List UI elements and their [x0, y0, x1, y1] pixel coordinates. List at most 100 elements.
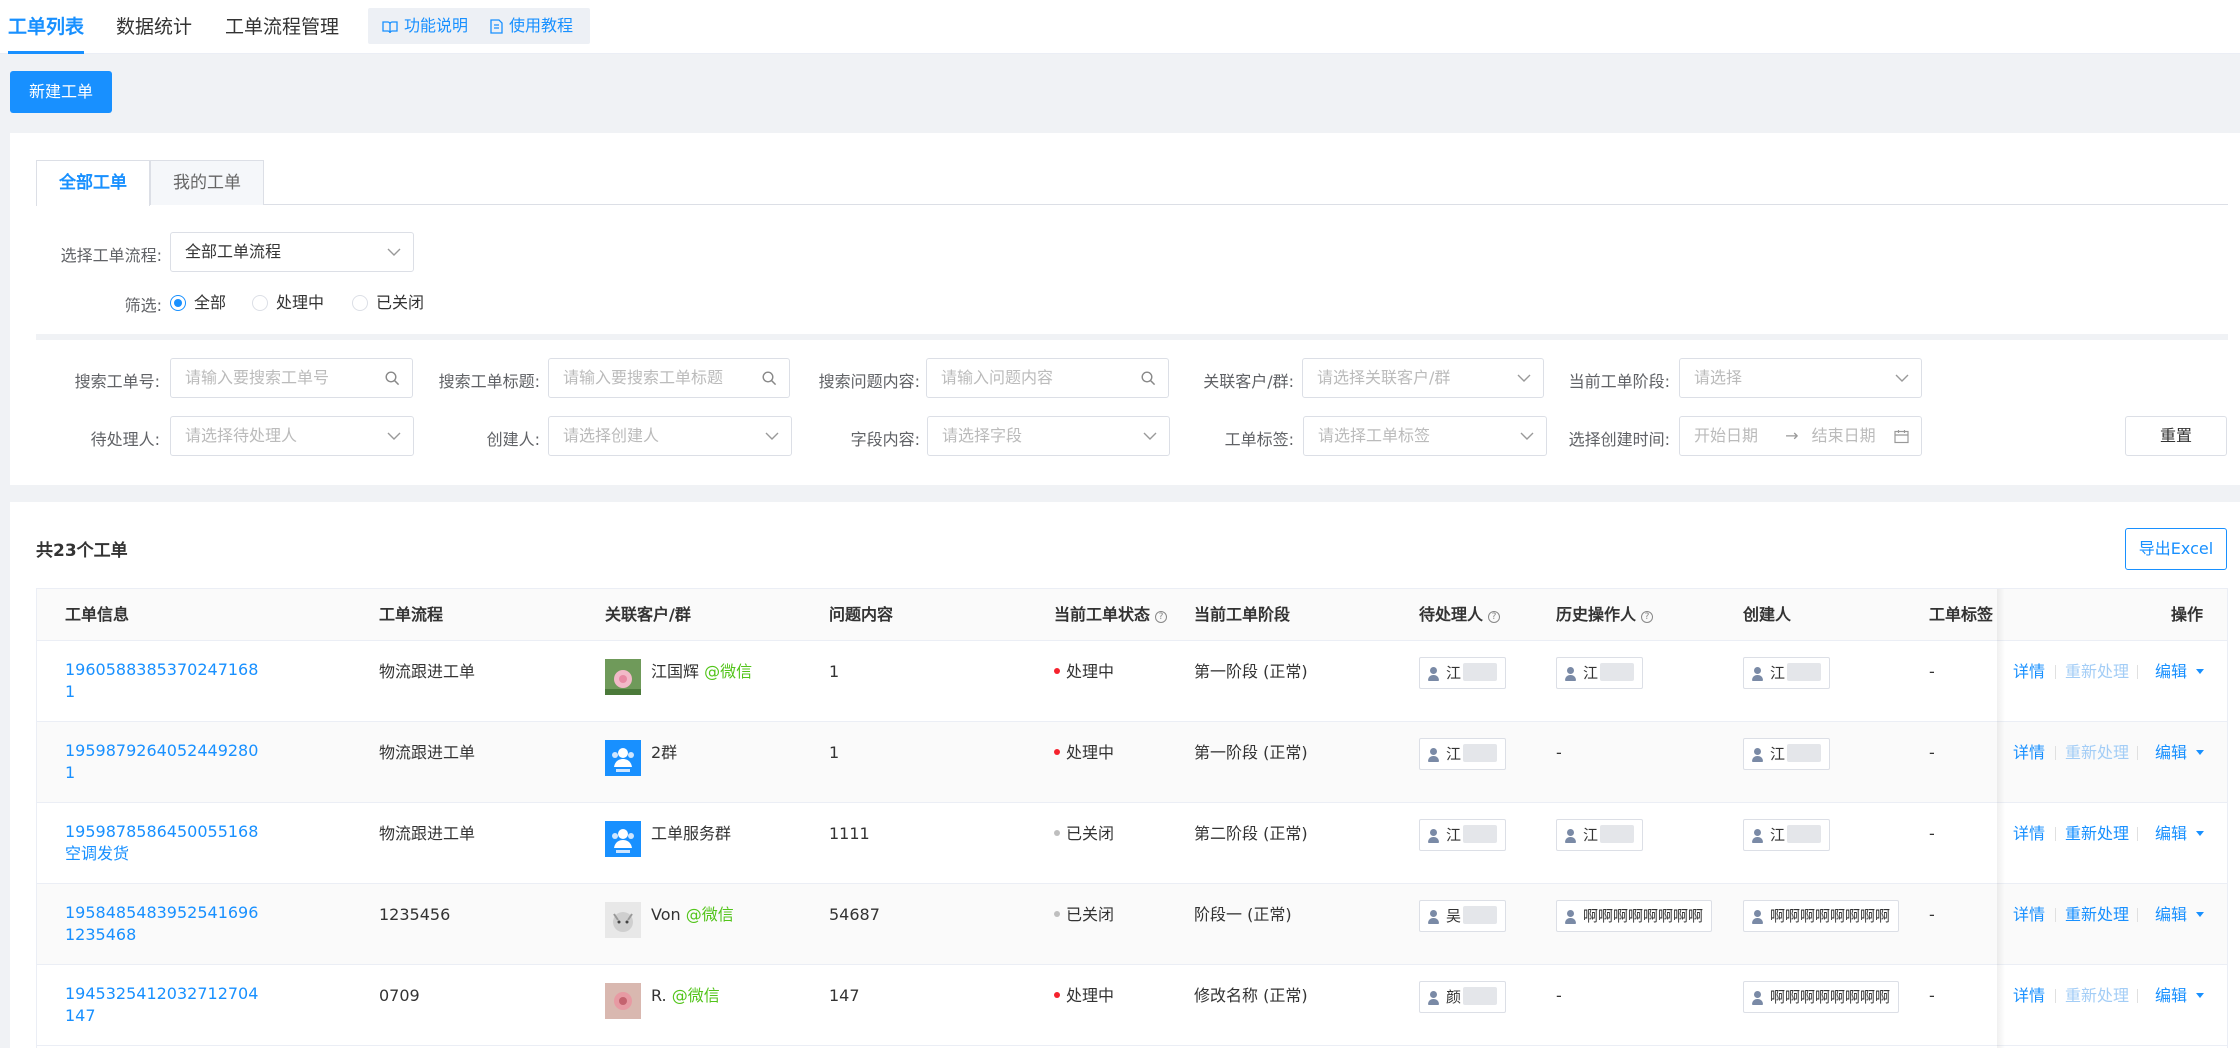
status-cell: 已关闭: [1054, 904, 1114, 926]
creator-select[interactable]: 请选择创建人: [548, 416, 792, 456]
help-icon[interactable]: ?: [1155, 611, 1168, 623]
radio-all-label: 全部: [194, 293, 227, 312]
detail-link[interactable]: 详情: [2013, 904, 2045, 926]
edit-dropdown[interactable]: 编辑: [2155, 823, 2205, 845]
export-excel-button[interactable]: 导出Excel: [2125, 528, 2227, 570]
customer-select[interactable]: 请选择关联客户/群: [1302, 358, 1544, 398]
radio-closed[interactable]: 已关闭: [352, 292, 424, 314]
creator-chip: 江: [1743, 819, 1831, 851]
field-placeholder: 请选择字段: [942, 426, 1023, 445]
detail-link[interactable]: 详情: [2013, 742, 2045, 764]
table-row: 1958485483952541696 1235468 1235456 Von @微信…: [37, 884, 2227, 965]
ticket-number-link[interactable]: 1960588385370247168 1: [65, 659, 258, 703]
reprocess-link[interactable]: 重新处理: [2065, 985, 2129, 1007]
ticket-number: 1958485483952541696: [65, 903, 259, 922]
radio-all[interactable]: 全部: [170, 292, 226, 314]
redacted-name: [1463, 906, 1498, 924]
customer-avatar: [605, 983, 641, 1019]
search-title-placeholder: 请输入要搜索工单标题: [563, 368, 724, 387]
customer-name: R.: [651, 986, 667, 1005]
feature-doc-link[interactable]: 功能说明: [382, 8, 468, 44]
col-assignee-label: 待处理人: [1419, 605, 1484, 624]
customer-cell: 江国辉 @微信: [651, 661, 752, 683]
field-select[interactable]: 请选择字段: [927, 416, 1170, 456]
edit-dropdown[interactable]: 编辑: [2155, 742, 2205, 764]
col-ticket-info: 工单信息: [65, 605, 130, 624]
reprocess-link[interactable]: 重新处理: [2065, 904, 2129, 926]
creator-chip: 啊啊啊啊啊啊啊啊: [1743, 981, 1900, 1013]
edit-dropdown[interactable]: 编辑: [2155, 985, 2205, 1007]
tutorial-link[interactable]: 使用教程: [490, 8, 573, 44]
action-divider: [2137, 908, 2138, 922]
help-icon[interactable]: ?: [1641, 611, 1654, 623]
content-cell: 1: [829, 743, 840, 762]
wechat-tag: @微信: [704, 662, 753, 681]
search-no-input[interactable]: 请输入要搜索工单号: [170, 358, 413, 398]
assignee-name: 吴: [1446, 907, 1462, 925]
search-content-label: 搜索问题内容:: [818, 372, 920, 391]
assignee-name: 颜: [1446, 988, 1462, 1006]
assignee-select[interactable]: 请选择待处理人: [170, 416, 414, 456]
col-content: 问题内容: [829, 605, 894, 624]
history-name: 江: [1583, 664, 1599, 682]
ticket-number-link[interactable]: 1945325412032712704 147: [65, 983, 258, 1027]
ticket-table: 工单信息 工单流程 关联客户/群 问题内容 当前工单状态? 当前工单阶段 待处理…: [36, 588, 2228, 1048]
assignee-placeholder: 请选择待处理人: [185, 426, 298, 445]
stage-select[interactable]: 请选择: [1679, 358, 1922, 398]
field-label: 字段内容:: [850, 430, 920, 449]
date-end-placeholder: 结束日期: [1811, 426, 1876, 445]
chevron-down-icon: [387, 248, 401, 256]
caret-down-icon: [2196, 669, 2205, 674]
tab-flow-management[interactable]: 工单流程管理: [225, 0, 339, 54]
tab-my-tickets[interactable]: 我的工单: [150, 160, 264, 205]
creator-name: 江: [1770, 745, 1786, 763]
reprocess-link[interactable]: 重新处理: [2065, 823, 2129, 845]
reset-button[interactable]: 重置: [2125, 416, 2227, 456]
customer-placeholder: 请选择关联客户/群: [1317, 368, 1451, 387]
reprocess-link[interactable]: 重新处理: [2065, 742, 2129, 764]
customer-avatar: [605, 902, 641, 938]
new-ticket-button[interactable]: 新建工单: [10, 71, 112, 113]
tab-statistics[interactable]: 数据统计: [116, 0, 192, 54]
col-history: 历史操作人?: [1556, 589, 1654, 641]
flow-select-label: 选择工单流程:: [60, 246, 162, 265]
chevron-down-icon: [387, 432, 401, 440]
creator-name: 江: [1770, 826, 1786, 844]
ticket-title: 147: [65, 1006, 96, 1025]
search-content-input[interactable]: 请输入问题内容: [926, 358, 1169, 398]
edit-dropdown[interactable]: 编辑: [2155, 661, 2205, 683]
ticket-number-link[interactable]: 1958485483952541696 1235468: [65, 902, 258, 946]
ticket-number-link[interactable]: 1959879264052449280 1: [65, 740, 258, 784]
ticket-number-link[interactable]: 1959878586450055168 空调发货: [65, 821, 258, 865]
redacted-name: [1600, 663, 1635, 681]
edit-dropdown[interactable]: 编辑: [2155, 904, 2205, 926]
help-icon[interactable]: ?: [1488, 611, 1501, 623]
flow-select-value: 全部工单流程: [185, 242, 282, 261]
radio-processing[interactable]: 处理中: [252, 292, 324, 314]
date-range-picker[interactable]: 开始日期 → 结束日期: [1679, 416, 1922, 456]
redacted-name: [1787, 663, 1822, 681]
detail-link[interactable]: 详情: [2013, 823, 2045, 845]
status-dot: [1054, 749, 1060, 755]
flow-select[interactable]: 全部工单流程: [170, 232, 414, 272]
tab-ticket-list[interactable]: 工单列表: [8, 0, 85, 54]
tab-all-tickets[interactable]: 全部工单: [36, 160, 150, 206]
detail-link[interactable]: 详情: [2013, 661, 2045, 683]
history-name: 啊啊啊啊啊啊啊啊: [1583, 907, 1704, 925]
reprocess-link[interactable]: 重新处理: [2065, 661, 2129, 683]
tag-cell: -: [1929, 824, 1935, 843]
tag-placeholder: 请选择工单标签: [1318, 426, 1431, 445]
ticket-count: 共23个工单: [36, 541, 128, 561]
chevron-down-icon: [1143, 432, 1157, 440]
status-cell: 处理中: [1054, 661, 1114, 683]
search-title-input[interactable]: 请输入要搜索工单标题: [548, 358, 790, 398]
radio-dot: [170, 295, 186, 311]
tag-select[interactable]: 请选择工单标签: [1303, 416, 1547, 456]
content-cell: 1111: [829, 824, 870, 843]
radio-processing-label: 处理中: [276, 293, 325, 312]
customer-cell: 2群: [651, 742, 677, 764]
chevron-down-icon: [1895, 374, 1909, 382]
calendar-icon: [1894, 429, 1909, 443]
status-cell: 处理中: [1054, 985, 1114, 1007]
detail-link[interactable]: 详情: [2013, 985, 2045, 1007]
